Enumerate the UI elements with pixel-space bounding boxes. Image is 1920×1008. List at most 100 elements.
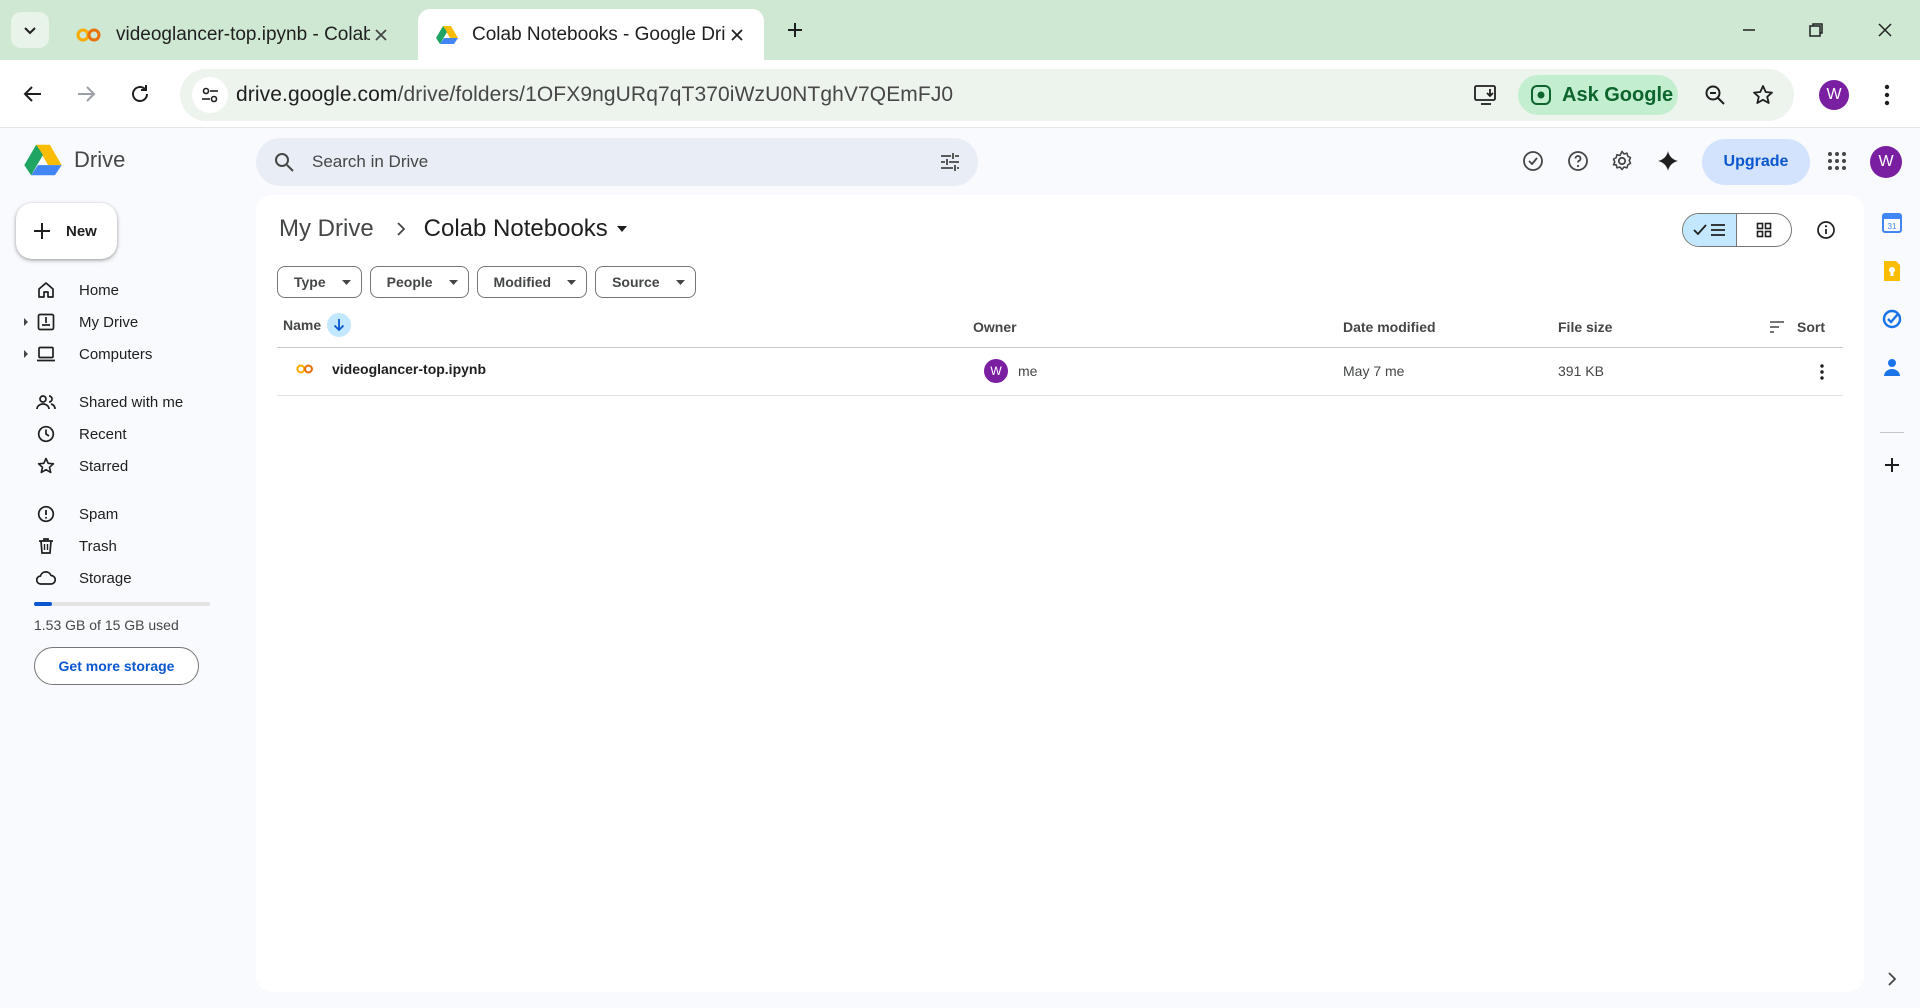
calendar-icon: 31 bbox=[1882, 213, 1902, 233]
gemini-button[interactable] bbox=[1652, 145, 1684, 177]
restore-button[interactable] bbox=[1793, 12, 1839, 48]
sidebar-item-my-drive[interactable]: My Drive bbox=[20, 306, 240, 338]
account-avatar[interactable]: W bbox=[1870, 146, 1902, 178]
sidebar-item-recent[interactable]: Recent bbox=[20, 418, 240, 450]
column-header-date-modified[interactable]: Date modified bbox=[1343, 319, 1436, 335]
file-size-cell: 391 KB bbox=[1558, 363, 1604, 379]
column-header-file-size[interactable]: File size bbox=[1558, 319, 1612, 335]
colab-icon bbox=[296, 363, 314, 375]
forward-button[interactable] bbox=[68, 76, 104, 112]
sidebar-item-shared-with-me[interactable]: Shared with me bbox=[20, 386, 240, 418]
settings-button[interactable] bbox=[1606, 145, 1638, 177]
breadcrumb-current-folder[interactable]: Colab Notebooks bbox=[424, 215, 608, 243]
upgrade-button[interactable]: Upgrade bbox=[1702, 139, 1810, 185]
chevron-right-icon bbox=[396, 222, 406, 236]
computers-icon bbox=[34, 342, 58, 366]
zoom-button[interactable] bbox=[1699, 79, 1731, 111]
expand-caret-icon[interactable] bbox=[20, 350, 32, 358]
filter-label: Type bbox=[294, 274, 326, 290]
sort-button[interactable]: Sort bbox=[1769, 319, 1825, 335]
sidebar-item-label: Recent bbox=[79, 425, 127, 443]
close-icon[interactable] bbox=[370, 24, 392, 46]
reload-icon bbox=[129, 83, 151, 105]
filter-modified[interactable]: Modified bbox=[476, 266, 588, 298]
view-toggle bbox=[1682, 213, 1792, 247]
svg-text:31: 31 bbox=[1888, 222, 1897, 231]
hide-side-panel-button[interactable] bbox=[1878, 965, 1906, 993]
storage-usage-bar bbox=[34, 602, 210, 606]
ready-for-offline-button[interactable] bbox=[1517, 145, 1549, 177]
breadcrumb-my-drive[interactable]: My Drive bbox=[277, 215, 376, 243]
reload-button[interactable] bbox=[122, 76, 158, 112]
sidebar-item-home[interactable]: Home bbox=[20, 274, 240, 306]
star-icon bbox=[34, 454, 58, 478]
table-header: Name Owner Date modified File size Sort bbox=[277, 309, 1843, 348]
site-info-button[interactable] bbox=[192, 77, 228, 113]
browser-tab-drive[interactable]: Colab Notebooks - Google Drive bbox=[418, 9, 764, 60]
sidebar-item-label: Storage bbox=[79, 569, 132, 587]
sidebar-item-starred[interactable]: Starred bbox=[20, 450, 240, 482]
bookmark-button[interactable] bbox=[1747, 79, 1779, 111]
url-text[interactable]: drive.google.com/drive/folders/1OFX9ngUR… bbox=[236, 83, 953, 107]
grid-view-button[interactable] bbox=[1737, 214, 1791, 246]
sidebar-item-spam[interactable]: Spam bbox=[20, 498, 240, 530]
get-add-ons-button[interactable] bbox=[1878, 451, 1906, 479]
lens-icon bbox=[1530, 84, 1552, 106]
column-header-name[interactable]: Name bbox=[283, 313, 352, 337]
chevron-right-icon bbox=[1887, 972, 1897, 986]
new-button[interactable]: New bbox=[16, 203, 117, 259]
tab-search-button[interactable] bbox=[11, 12, 49, 48]
new-tab-button[interactable] bbox=[780, 15, 810, 45]
list-view-button[interactable] bbox=[1683, 214, 1738, 246]
contacts-app-button[interactable] bbox=[1878, 353, 1906, 381]
expand-caret-icon[interactable] bbox=[20, 318, 32, 326]
sidebar-item-trash[interactable]: Trash bbox=[20, 530, 240, 562]
close-icon[interactable] bbox=[726, 24, 748, 46]
drive-app-name: Drive bbox=[74, 147, 126, 172]
close-window-button[interactable] bbox=[1862, 12, 1908, 48]
url-path: /drive/folders/1OFX9ngURq7qT370iWzU0NTgh… bbox=[397, 83, 954, 106]
browser-menu-button[interactable] bbox=[1872, 80, 1902, 110]
address-bar[interactable]: drive.google.com/drive/folders/1OFX9ngUR… bbox=[180, 69, 1794, 121]
help-button[interactable] bbox=[1562, 145, 1594, 177]
sidebar-item-label: Home bbox=[79, 281, 120, 299]
tab-title: Colab Notebooks - Google Drive bbox=[472, 23, 726, 45]
sidebar-item-label: Starred bbox=[79, 457, 129, 475]
minimize-button[interactable] bbox=[1726, 12, 1772, 48]
file-name-cell[interactable]: videoglancer-top.ipynb bbox=[296, 361, 486, 377]
filter-source[interactable]: Source bbox=[595, 266, 696, 298]
sidebar-item-computers[interactable]: Computers bbox=[20, 338, 240, 370]
search-options-icon[interactable] bbox=[938, 150, 962, 174]
table-row[interactable]: videoglancer-top.ipynb W me May 7 me 391… bbox=[277, 348, 1843, 396]
keep-app-button[interactable] bbox=[1878, 257, 1906, 285]
dropdown-arrow-icon[interactable] bbox=[616, 225, 628, 233]
sort-direction-arrow-icon[interactable] bbox=[327, 313, 352, 337]
sidebar-item-label: Shared with me bbox=[79, 393, 184, 411]
search-input[interactable] bbox=[312, 148, 872, 176]
google-apps-button[interactable] bbox=[1821, 145, 1853, 177]
drive-search-bar[interactable] bbox=[256, 138, 978, 186]
browser-profile-avatar[interactable]: W bbox=[1819, 80, 1849, 110]
get-more-storage-button[interactable]: Get more storage bbox=[34, 647, 199, 685]
arrow-left-icon bbox=[22, 83, 44, 105]
search-icon[interactable] bbox=[272, 150, 296, 174]
browser-tab-colab[interactable]: videoglancer-top.ipynb - Colab bbox=[58, 9, 408, 60]
owner-avatar: W bbox=[984, 359, 1008, 383]
back-button[interactable] bbox=[15, 76, 51, 112]
filter-type[interactable]: Type bbox=[277, 266, 362, 298]
ask-google-button[interactable]: Ask Google bbox=[1518, 75, 1678, 115]
home-icon bbox=[34, 278, 58, 302]
filter-people[interactable]: People bbox=[369, 266, 469, 298]
drive-logo[interactable]: Drive bbox=[24, 143, 125, 177]
tasks-app-button[interactable] bbox=[1878, 305, 1906, 333]
calendar-app-button[interactable]: 31 bbox=[1878, 209, 1906, 237]
install-app-icon bbox=[1474, 84, 1498, 106]
info-icon bbox=[1816, 220, 1836, 240]
sidebar-item-storage[interactable]: Storage bbox=[20, 562, 240, 594]
install-app-button[interactable] bbox=[1470, 79, 1502, 111]
view-details-button[interactable] bbox=[1811, 215, 1841, 245]
more-actions-button[interactable] bbox=[1810, 360, 1834, 384]
cloud-icon bbox=[34, 566, 58, 590]
google-drive-icon bbox=[436, 25, 458, 45]
offline-check-icon bbox=[1521, 149, 1545, 173]
